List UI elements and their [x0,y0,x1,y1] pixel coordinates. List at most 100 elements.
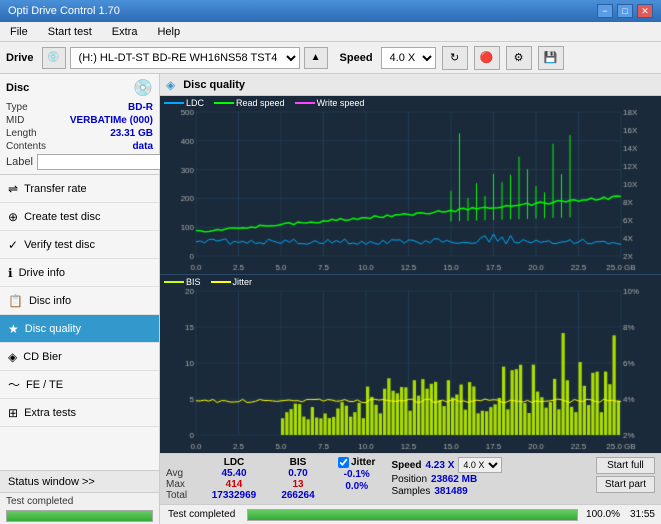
stats-section: LDC BIS Avg 45.40 0.70 Max 414 13 Tota [166,457,655,501]
max-jitter: 0.0% [338,481,375,492]
speed-label: Speed [340,52,373,64]
save-button[interactable]: 💾 [538,46,564,70]
speed-dropdown[interactable]: 4.0 X [458,457,502,473]
menu-bar: File Start test Extra Help [0,22,661,42]
content-area: ◈ Disc quality LDC Read speed [160,74,661,524]
ldc-header: LDC [202,457,266,468]
sidebar-item-fe-te[interactable]: 〜 FE / TE [0,371,159,399]
settings-button2[interactable]: ⚙ [506,46,532,70]
top-chart: LDC Read speed Write speed [160,96,661,275]
sidebar: Disc 💿 Type BD-R MID VERBATIMe (000) Len… [0,74,160,524]
progress-section [0,510,159,524]
minimize-button[interactable]: − [597,4,613,18]
write-speed-legend: Write speed [295,98,365,108]
progress-bar-track [6,510,153,522]
disc-panel: Disc 💿 Type BD-R MID VERBATIMe (000) Len… [0,74,159,175]
ldc-color [164,102,184,104]
menu-help[interactable]: Help [151,24,186,40]
start-part-button[interactable]: Start part [596,476,655,493]
chart-header: ◈ Disc quality [160,74,661,96]
window-controls: − □ ✕ [597,4,653,18]
jitter-label: Jitter [233,277,253,287]
total-bis: 266264 [266,490,330,501]
position-value: 23862 MB [431,474,477,485]
ldc-label: LDC [186,98,204,108]
position-row: Position 23862 MB [391,474,502,485]
settings-button1[interactable]: 🔴 [474,46,500,70]
disc-icon: 💿 [133,78,153,98]
disc-length-field: Length 23.31 GB [6,128,153,139]
avg-jitter: -0.1% [338,469,375,480]
sidebar-item-cd-bier[interactable]: ◈ CD Bier [0,343,159,371]
sidebar-item-disc-quality[interactable]: ★ Disc quality [0,315,159,343]
nav-items: ⇌ Transfer rate ⊕ Create test disc ✓ Ver… [0,175,159,470]
fe-te-icon: 〜 [8,376,20,393]
start-full-button[interactable]: Start full [596,457,655,474]
top-chart-legend: LDC Read speed Write speed [164,98,364,108]
disc-quality-icon: ★ [8,322,19,336]
chart-title: Disc quality [183,79,245,91]
type-label: Type [6,102,28,113]
time-text: 31:55 [624,509,661,520]
maximize-button[interactable]: □ [617,4,633,18]
close-button[interactable]: ✕ [637,4,653,18]
cd-bier-label: CD Bier [23,351,62,363]
sidebar-item-extra-tests[interactable]: ⊞ Extra tests [0,399,159,427]
bottom-chart-canvas [160,275,661,453]
max-label: Max [166,479,202,490]
disc-info-label: Disc info [29,295,71,307]
drive-bar: Drive 💿 (H:) HL-DT-ST BD-RE WH16NS58 TST… [0,42,661,74]
bis-label: BIS [186,277,201,287]
menu-start-test[interactable]: Start test [42,24,98,40]
chart-icon: ◈ [166,78,175,92]
jitter-legend: Jitter [211,277,253,287]
read-speed-legend: Read speed [214,98,285,108]
contents-label: Contents [6,141,46,152]
disc-title: Disc [6,82,29,94]
sidebar-item-disc-info[interactable]: 📋 Disc info [0,287,159,315]
sidebar-item-transfer-rate[interactable]: ⇌ Transfer rate [0,175,159,203]
menu-extra[interactable]: Extra [106,24,144,40]
bottom-progress-fill [248,510,577,520]
status-window-button[interactable]: Status window >> [0,470,159,492]
total-label: Total [166,490,202,501]
read-speed-label: Read speed [236,98,285,108]
stats-avg-row: Avg 45.40 0.70 [166,468,330,479]
progress-percent: 100.0% [582,509,624,520]
total-ldc: 17332969 [202,490,266,501]
write-speed-color [295,102,315,104]
main-layout: Disc 💿 Type BD-R MID VERBATIMe (000) Len… [0,74,661,524]
drive-info-icon: ℹ [8,266,13,280]
label-label: Label [6,156,33,168]
jitter-label-text: Jitter [351,457,375,468]
label-row: Label ⭕ [6,154,153,170]
type-value: BD-R [128,102,153,113]
progress-bar-fill [7,511,152,521]
bottom-bar: Test completed 100.0% 31:55 [160,504,661,524]
disc-mid-field: MID VERBATIMe (000) [6,115,153,126]
jitter-checkbox[interactable] [338,457,349,468]
mid-value: VERBATIMe (000) [70,115,153,126]
menu-file[interactable]: File [4,24,34,40]
avg-ldc: 45.40 [202,468,266,479]
stats-total-row: Total 17332969 266264 [166,490,330,501]
avg-bis: 0.70 [266,468,330,479]
speed-select[interactable]: 4.0 X [381,47,436,69]
max-bis: 13 [266,479,330,490]
sidebar-item-create-test-disc[interactable]: ⊕ Create test disc [0,203,159,231]
sidebar-item-drive-info[interactable]: ℹ Drive info [0,259,159,287]
speed-row: Speed 4.23 X 4.0 X [391,457,502,473]
action-buttons: Start full Start part [596,457,655,493]
samples-label: Samples [391,486,430,497]
read-speed-color [214,102,234,104]
verify-test-icon: ✓ [8,238,18,252]
samples-value: 381489 [434,486,467,497]
label-input[interactable] [37,154,175,170]
refresh-button[interactable]: ↻ [442,46,468,70]
bis-color [164,281,184,283]
eject-button[interactable]: ▲ [304,47,328,69]
extra-tests-label: Extra tests [24,407,76,419]
create-test-icon: ⊕ [8,210,18,224]
drive-select[interactable]: (H:) HL-DT-ST BD-RE WH16NS58 TST4 [70,47,300,69]
sidebar-item-verify-test-disc[interactable]: ✓ Verify test disc [0,231,159,259]
